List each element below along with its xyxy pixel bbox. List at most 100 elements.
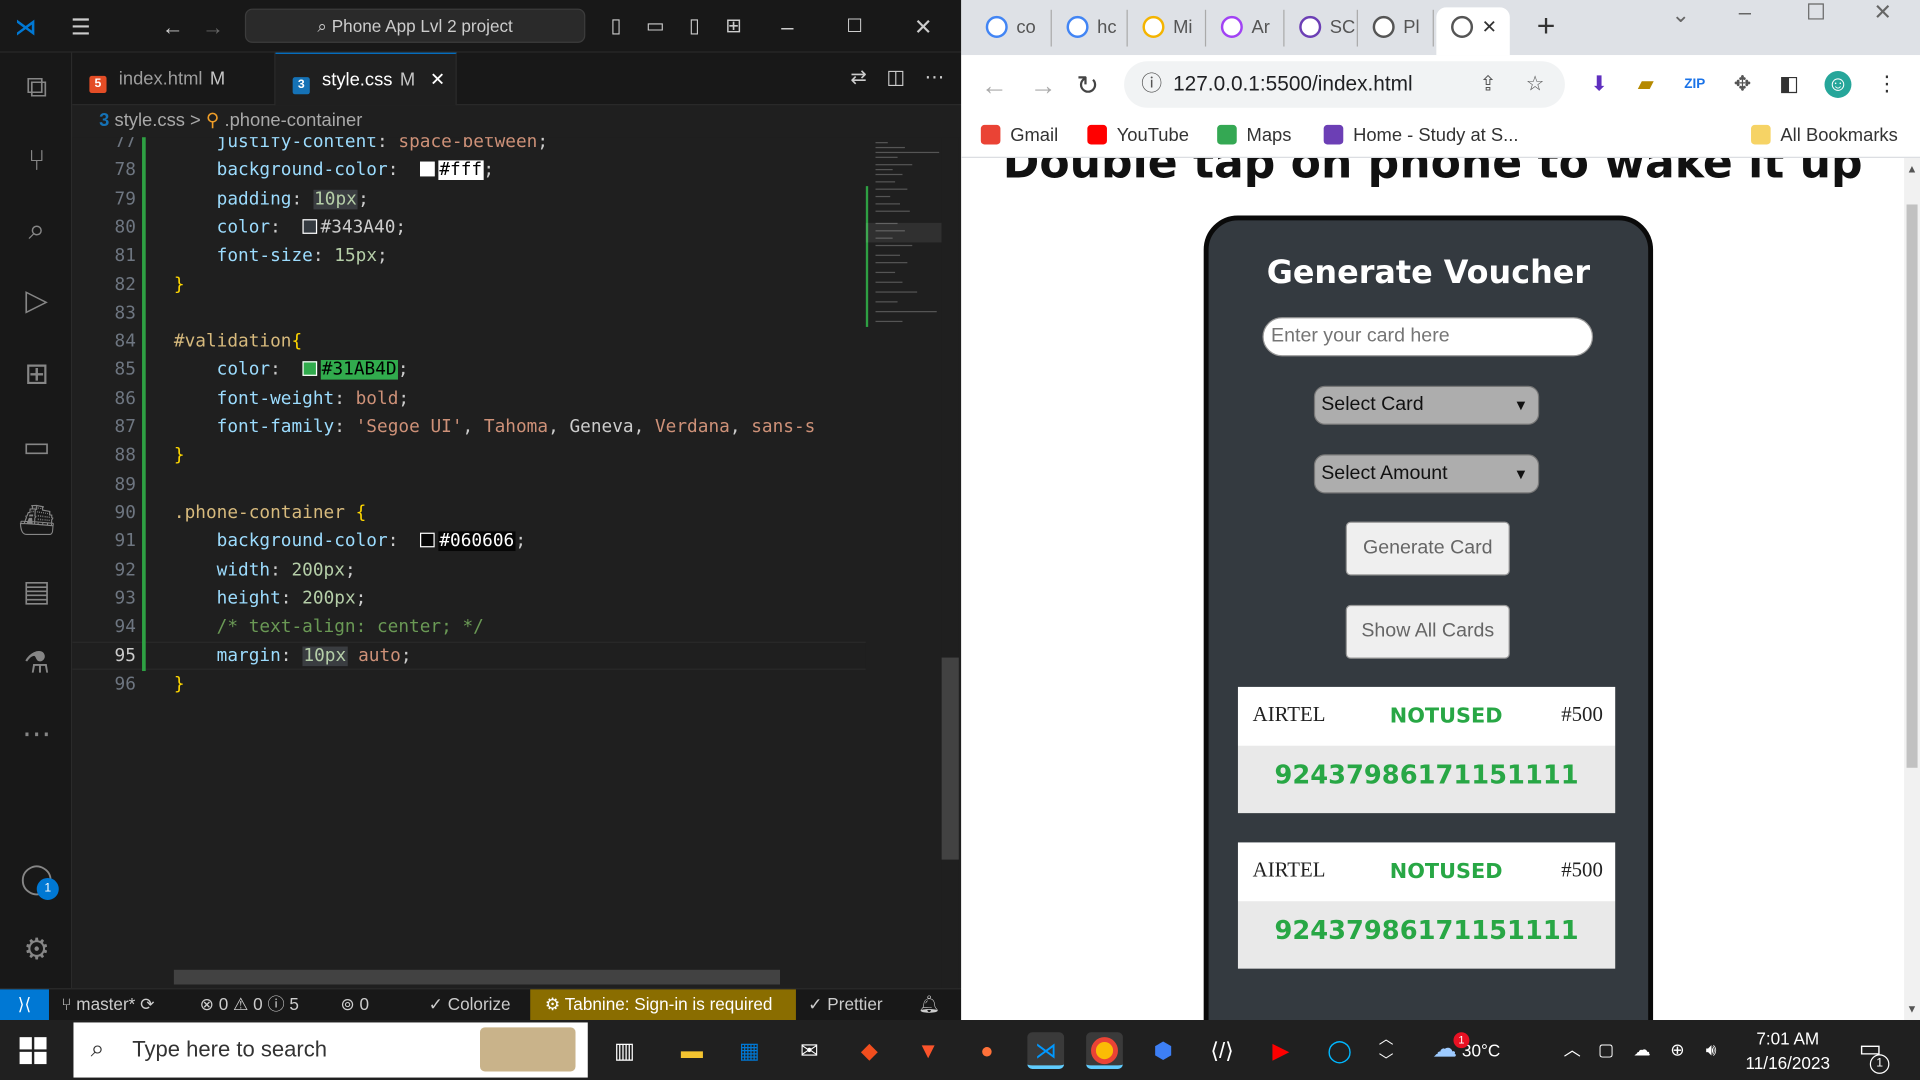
breadcrumb-file[interactable]: style.css [115,110,185,131]
code-line[interactable]: 78 background-color: #fff; [72,157,865,185]
maximize-icon[interactable]: ☐ [841,13,868,40]
bookmark-study[interactable]: Home - Study at S... [1323,124,1518,146]
vscode-taskbar-icon[interactable]: ⋊ [1027,1032,1065,1069]
clock[interactable]: 7:01 AM 11/16/2023 [1727,1026,1849,1075]
code-line[interactable]: 82} [72,271,865,299]
code-line[interactable]: 93 height: 200px; [72,585,865,613]
windows-start-icon[interactable] [19,1037,47,1065]
toggle-sidebar-icon[interactable]: ▯ [602,13,629,40]
firefox-icon[interactable]: ● [969,1032,1006,1069]
explorer-icon[interactable]: ⧉ [16,67,58,109]
taskbar-search-box[interactable]: ⌕ Type here to search [73,1022,588,1078]
forward-icon[interactable]: → [1030,70,1057,102]
code-line[interactable]: 80 color: #343A40; [72,214,865,242]
chrome-taskbar-icon[interactable] [1086,1032,1123,1069]
minimap[interactable] [865,137,942,988]
notifications-bell-icon[interactable]: 🔔︎ [918,989,940,1020]
all-bookmarks[interactable]: All Bookmarks [1751,124,1898,146]
extensions-puzzle-icon[interactable]: ✥ [1729,71,1756,98]
code-line[interactable]: 90 .phone-container { [72,499,865,527]
page-scrollbar[interactable]: ▲ ▼ [1904,157,1920,1021]
active-browser-tab[interactable]: ✕ [1436,7,1510,56]
zip-extension-icon[interactable]: ZIP [1681,71,1708,98]
maximize-icon[interactable]: ☐ [1806,0,1826,26]
meet-now-icon[interactable]: ▢ [1598,1020,1614,1080]
code-line[interactable]: 86 font-weight: bold; [72,385,865,413]
reload-icon[interactable]: ↻ [1076,70,1099,102]
color-swatch[interactable] [419,532,435,548]
search-icon[interactable]: ⌕ [16,209,58,251]
branch-status[interactable]: ⑂ master* ⟳ [61,989,154,1020]
back-icon[interactable]: ← [981,70,1008,102]
page-scroll-thumb[interactable] [1906,204,1918,768]
editor-horizontal-scrollbar[interactable] [173,969,781,985]
bookmark-youtube[interactable]: YouTube [1087,124,1189,146]
tab-index-html[interactable]: 5 index.html M [72,52,276,106]
remote-indicator-icon[interactable]: ⟩⟨ [0,989,49,1021]
code-line[interactable]: 91 background-color: #060606; [72,528,865,556]
run-debug-icon[interactable]: ▷ [16,280,58,322]
minimize-icon[interactable]: – [1739,0,1751,26]
code-line[interactable]: 77 justify-content: space-between; [72,137,865,157]
code-line[interactable]: 92 width: 200px; [72,557,865,585]
bookmark-maps[interactable]: Maps [1217,124,1291,146]
taskbar-scroll-icon[interactable]: ︿ ﹀ [1379,1027,1394,1071]
show-hidden-icons-icon[interactable]: ︿ [1564,1020,1581,1080]
bookmark-star-icon[interactable]: ☆ [1526,61,1545,108]
minimize-icon[interactable]: – [774,13,801,40]
browser-tab[interactable]: co [971,9,1052,47]
code-line[interactable]: 95 margin: 10px auto; [72,642,866,671]
settings-gear-icon[interactable]: ⚙ [16,929,58,971]
microsoft-store-icon[interactable]: ▦ [731,1032,768,1069]
weather-widget[interactable]: ☁ 30°C [1433,1020,1501,1080]
close-tab-icon[interactable]: ✕ [430,70,445,91]
codeium-icon[interactable]: ⟨/⟩ [1204,1032,1241,1069]
prettier-status[interactable]: ✓ Prettier [808,989,882,1020]
onedrive-icon[interactable]: ☁ [1633,1020,1650,1080]
colorize-status[interactable]: ✓ Colorize [429,989,511,1020]
site-info-icon[interactable]: ⓘ [1141,61,1162,108]
close-window-icon[interactable]: ✕ [1873,0,1891,26]
color-swatch[interactable] [302,219,317,234]
mail-icon[interactable]: ✉ [791,1032,828,1069]
profile-avatar[interactable]: ☺ [1824,71,1852,98]
cortana-icon[interactable]: ◯ [1321,1032,1358,1069]
scroll-down-icon[interactable]: ▼ [1907,1003,1918,1015]
color-swatch[interactable] [302,361,317,377]
breadcrumb-symbol[interactable]: .phone-container [224,110,362,131]
command-center[interactable]: ⌕ Phone App Lvl 2 project [244,8,586,43]
side-panel-icon[interactable]: ◧ [1776,71,1803,98]
code-line[interactable]: 84 #validation{ [72,328,865,356]
close-tab-icon[interactable]: ✕ [1482,17,1497,38]
task-view-icon[interactable]: ▥ [606,1032,643,1069]
code-line[interactable]: 89 [72,471,865,499]
tab-search-chevron-icon[interactable]: ⌄ [1671,2,1689,28]
color-swatch[interactable] [419,161,435,177]
card-input[interactable]: Enter your card here [1262,317,1594,357]
brave-icon[interactable]: ▼ [910,1032,947,1069]
tabnine-status[interactable]: ⚙ Tabnine: Sign-in is required [530,989,796,1021]
scroll-thumb[interactable] [941,657,959,860]
new-tab-icon[interactable]: + [1537,7,1556,45]
close-icon[interactable]: ✕ [910,13,937,40]
more-actions-icon[interactable]: ⋯ [924,67,944,88]
code-line[interactable]: 94 /* text-align: center; */ [72,614,865,642]
copilot-icon[interactable]: ⬢ [1145,1032,1182,1069]
extensions-icon[interactable]: ⊞ [16,354,58,396]
browser-tab[interactable]: hc [1052,9,1128,47]
code-line[interactable]: 88} [72,442,865,470]
folder-extension-icon[interactable]: ▰ [1632,71,1659,98]
bookmark-gmail[interactable]: Gmail [980,124,1058,146]
problems-status[interactable]: ⊗ 0 ⚠ 0 ⓘ 5 [200,989,299,1020]
remote-explorer-icon[interactable]: ▭ [16,427,58,469]
ports-status[interactable]: ⊚ 0 [340,989,369,1020]
download-extension-icon[interactable]: ⬇ [1586,71,1613,98]
compare-changes-icon[interactable]: ⇄ [850,67,866,88]
share-icon[interactable]: ⇪ [1479,61,1496,108]
forward-arrow-icon[interactable]: → [200,13,227,40]
toggle-panel-icon[interactable]: ▭ [642,13,669,40]
menu-icon[interactable]: ☰ [67,13,94,40]
chrome-menu-icon[interactable]: ⋮ [1873,71,1900,98]
show-all-cards-button[interactable]: Show All Cards [1345,604,1510,659]
network-icon[interactable]: ⊕ [1670,1020,1684,1080]
